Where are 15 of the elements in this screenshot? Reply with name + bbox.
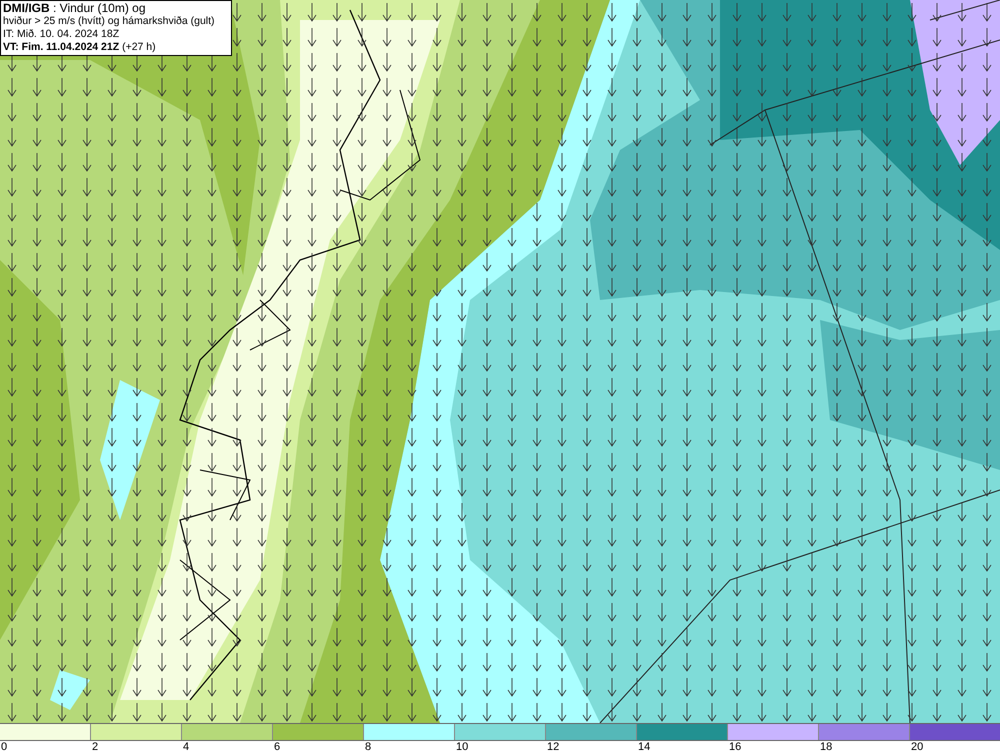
info-text: IT: Mið. 10. 04. 2024 18Z [3, 28, 120, 41]
legend-tick-label: 2 [92, 741, 98, 753]
legend-tick-label: 0 [1, 741, 8, 753]
info-text: VT: Fim. 11.04.2024 21Z (+27 h) [3, 41, 157, 54]
info-text: hviður > 25 m/s (hvítt) og hámarkshviða (gult) [3, 15, 216, 28]
legend-tick-label: 14 [638, 741, 650, 753]
legend-tick-label: 8 [365, 741, 372, 753]
legend-tick-label: 10 [456, 741, 468, 753]
legend-tick-label: 6 [274, 741, 280, 753]
legend-tick-label: 18 [820, 741, 832, 753]
legend-tick-label: 16 [729, 741, 742, 753]
legend-tick-label: 20 [911, 741, 924, 753]
info-text: DMI/IGB : Vindur (10m) og [3, 2, 146, 15]
legend-tick-label: 4 [183, 741, 190, 753]
legend-tick-label: 12 [547, 741, 560, 753]
